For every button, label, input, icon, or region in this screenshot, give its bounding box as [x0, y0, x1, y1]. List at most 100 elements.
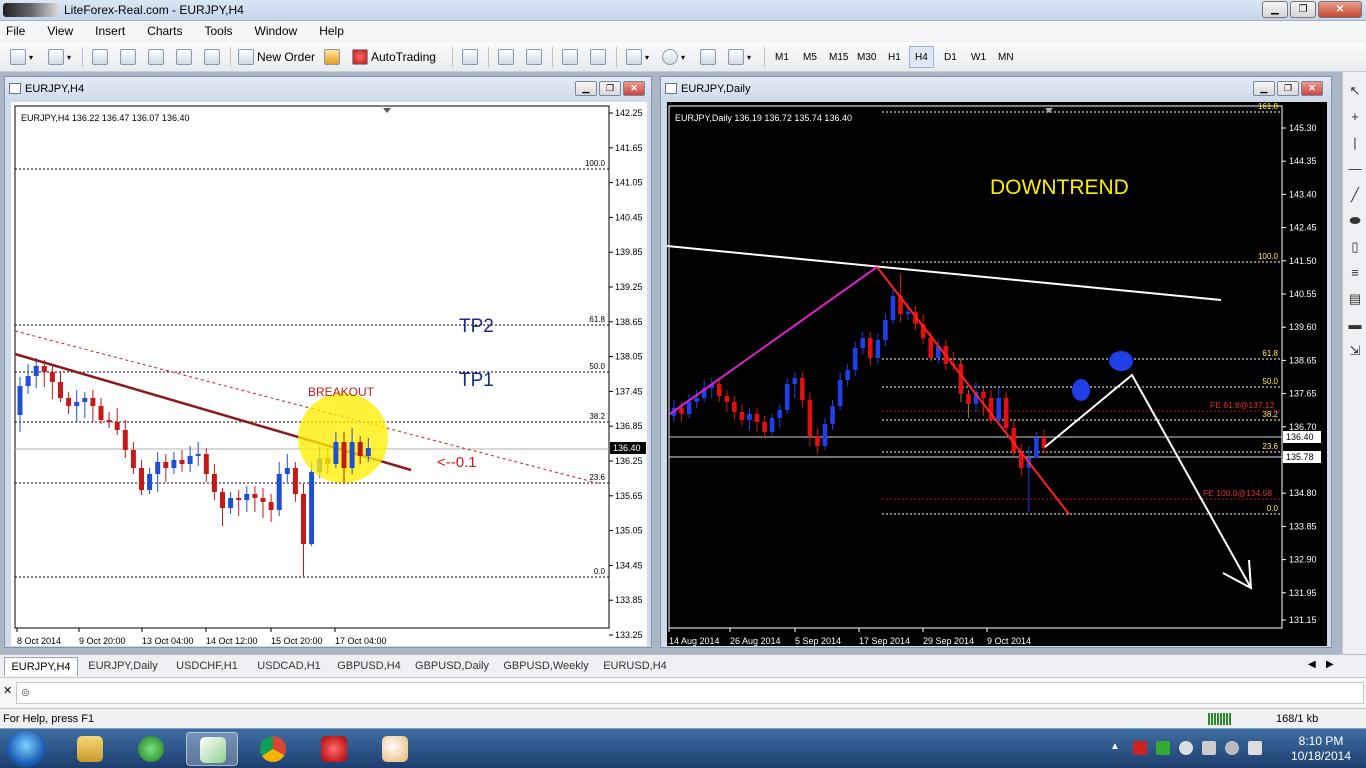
tab-gbpusd-daily[interactable]: GBPUSD,Daily	[410, 657, 494, 676]
window-restore-button[interactable]: ❐	[599, 81, 621, 96]
y-tick-label: 140.45	[615, 212, 643, 222]
metaeditor-icon[interactable]	[324, 49, 340, 65]
tray-arrow-icon[interactable]: ▲	[1110, 741, 1124, 755]
rectangle-icon[interactable]: ▬	[1348, 318, 1362, 332]
arrows-icon[interactable]: ⇲	[1348, 344, 1362, 358]
window-restore-button[interactable]: ❐	[1277, 81, 1299, 96]
current-price-label: 136.40	[613, 443, 641, 453]
chart-window-eurjpy-daily[interactable]: EURJPY,Daily ▁ ❐ ✕ 161.8 100.0 61.8 50.0 38.2 2…	[660, 76, 1332, 648]
window-close-button[interactable]: ✕	[1301, 81, 1323, 96]
chart-window-header[interactable]: EURJPY,Daily ▁ ❐ ✕	[661, 77, 1331, 100]
zoom-out-icon[interactable]	[526, 49, 542, 65]
horizontal-line-icon[interactable]: —	[1348, 162, 1362, 176]
candle-body	[66, 398, 72, 406]
vertical-line-icon[interactable]: |	[1348, 136, 1362, 150]
new-order-button[interactable]: New Order	[238, 47, 315, 67]
taskbar-app-green[interactable]	[125, 732, 177, 766]
timeframe-h1[interactable]: H1	[883, 46, 906, 68]
close-panel-icon[interactable]: ✕	[3, 684, 12, 697]
timeframe-m30[interactable]: M30	[852, 46, 881, 68]
bar-chart-icon[interactable]	[462, 49, 478, 65]
tray-volume-icon[interactable]	[1248, 741, 1262, 755]
tab-gbpusd-weekly[interactable]: GBPUSD,Weekly	[498, 657, 594, 676]
tab-eurjpy-h4[interactable]: EURJPY,H4	[4, 657, 78, 676]
timeframe-h4[interactable]: H4	[909, 46, 934, 68]
daily-candlestick-chart[interactable]: 161.8100.061.850.038.223.60.0 145.30144.…	[667, 102, 1327, 646]
x-tick-label: 8 Oct 2014	[17, 636, 61, 646]
cursor-icon[interactable]: ↖	[1348, 84, 1362, 98]
tray-headset-icon[interactable]	[1179, 741, 1193, 755]
tray-block-icon[interactable]	[1225, 741, 1239, 755]
fibonacci-icon[interactable]: ≡	[1348, 266, 1362, 280]
window-minimize-button[interactable]: ▁	[575, 81, 597, 96]
market-watch-icon[interactable]	[92, 49, 108, 65]
menu-view[interactable]: View	[47, 24, 73, 38]
menu-charts[interactable]: Charts	[147, 24, 182, 38]
menu-window[interactable]: Window	[255, 24, 298, 38]
candle-body	[41, 366, 47, 372]
taskbar-chrome[interactable]	[247, 732, 299, 766]
system-clock[interactable]: 8:10 PM 10/18/2014	[1290, 734, 1352, 764]
candle-body	[905, 312, 911, 314]
chart-window-eurjpy-h4[interactable]: EURJPY,H4 ▁ ❐ ✕ 100.0 61.8 50.0 38.2 23.6 0.0 1…	[4, 76, 652, 648]
menu-file[interactable]: File	[6, 24, 25, 38]
tab-eurjpy-daily[interactable]: EURJPY,Daily	[82, 657, 164, 676]
taskbar-paint[interactable]	[369, 732, 421, 766]
menu-insert[interactable]: Insert	[95, 24, 125, 38]
periods-icon[interactable]	[662, 49, 678, 65]
tabs-scroll-left[interactable]: ◀	[1308, 659, 1316, 670]
menu-tools[interactable]: Tools	[205, 24, 233, 38]
tabs-scroll-right[interactable]: ▶	[1326, 659, 1334, 670]
timeframe-m1[interactable]: M1	[770, 46, 794, 68]
window-minimize-button[interactable]: ▁	[1253, 81, 1275, 96]
crosshair-tool-icon[interactable]: +	[1348, 110, 1362, 124]
tab-usdcad-h1[interactable]: USDCAD,H1	[250, 657, 328, 676]
new-chart-icon[interactable]	[10, 49, 26, 65]
menu-help[interactable]: Help	[319, 24, 344, 38]
templates-icon[interactable]	[728, 49, 744, 65]
auto-trading-button[interactable]: AutoTrading	[352, 47, 436, 67]
taskbar-app-red[interactable]	[308, 732, 360, 766]
indicators-icon[interactable]	[626, 49, 642, 65]
h4-candlestick-chart[interactable]: 100.0 61.8 50.0 38.2 23.6 0.0 142.25 141.65 141…	[11, 102, 647, 646]
paint-icon	[382, 736, 408, 762]
window-close-button[interactable]: ✕	[623, 81, 645, 96]
line-studies-icon[interactable]	[700, 49, 716, 65]
timeframe-w1[interactable]: W1	[966, 46, 991, 68]
crosshair-icon[interactable]	[120, 49, 136, 65]
maximize-button[interactable]: ❐	[1290, 1, 1316, 18]
trendline-icon[interactable]: ╱	[1348, 188, 1362, 202]
tray-pdf-icon[interactable]	[1133, 741, 1147, 755]
candle	[1003, 392, 1009, 434]
profiles-icon[interactable]	[48, 49, 64, 65]
timeframe-m15[interactable]: M15	[824, 46, 853, 68]
candle-body	[958, 364, 964, 394]
tab-gbpusd-h4[interactable]: GBPUSD,H4	[332, 657, 406, 676]
terminal-icon[interactable]	[176, 49, 192, 65]
chart-window-header[interactable]: EURJPY,H4 ▁ ❐ ✕	[5, 77, 651, 100]
fib-level-label: 23.6	[1262, 442, 1278, 451]
x-tick-label: 26 Aug 2014	[730, 636, 781, 646]
timeframe-m5[interactable]: M5	[798, 46, 822, 68]
tray-app-icon[interactable]	[1156, 741, 1170, 755]
tray-network-icon[interactable]	[1202, 741, 1216, 755]
channel-icon[interactable]: ▯	[1348, 240, 1362, 254]
chart-shift-icon[interactable]	[562, 49, 578, 65]
strategy-tester-icon[interactable]	[204, 49, 220, 65]
timeframe-d1[interactable]: D1	[939, 46, 962, 68]
start-button[interactable]	[6, 731, 46, 767]
tab-eurusd-h4[interactable]: EURUSD,H4	[598, 657, 672, 676]
navigator-icon[interactable]	[148, 49, 164, 65]
auto-scroll-icon[interactable]	[590, 49, 606, 65]
ellipse-icon[interactable]: ⬬	[1348, 214, 1362, 228]
tab-usdchf-h1[interactable]: USDCHF,H1	[168, 657, 246, 676]
y-tick-label: 139.85	[615, 247, 643, 257]
text-tool-icon[interactable]: ▤	[1348, 292, 1362, 306]
close-button[interactable]: ✕	[1318, 1, 1362, 18]
taskbar-metatrader[interactable]	[186, 732, 238, 766]
zoom-in-icon[interactable]	[498, 49, 514, 65]
timeframe-mn[interactable]: MN	[993, 46, 1019, 68]
taskbar-explorer[interactable]	[64, 732, 116, 766]
command-input[interactable]: ⊚	[16, 682, 1364, 704]
minimize-button[interactable]: ▁	[1262, 1, 1288, 18]
